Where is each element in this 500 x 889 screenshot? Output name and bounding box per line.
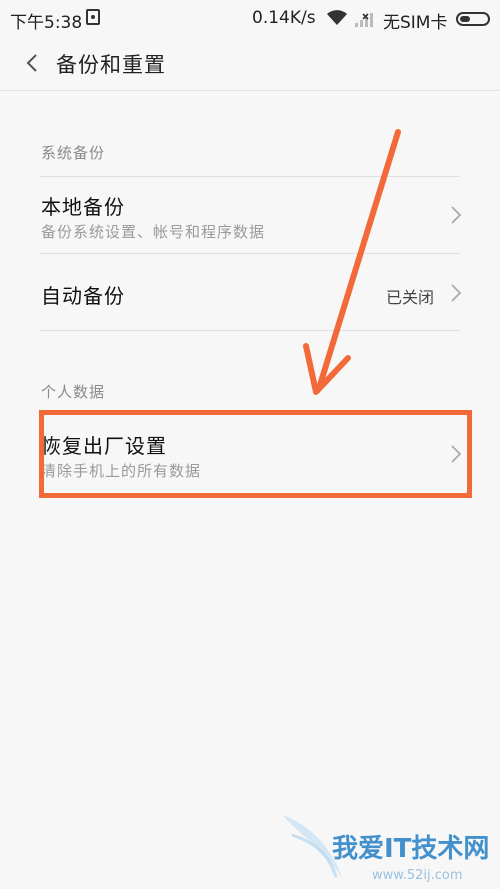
carrier-status: 无SIM卡 bbox=[383, 13, 448, 33]
chevron-right-icon bbox=[451, 206, 462, 224]
chevron-left-icon[interactable] bbox=[18, 48, 48, 78]
battery-icon bbox=[456, 12, 490, 26]
watermark-logo: 我爱IT技术网 www.52ij.com bbox=[282, 815, 489, 883]
status-bar: 下午5:38 0.14K/s 无SIM卡 bbox=[0, 0, 500, 36]
page-title: 备份和重置 bbox=[56, 53, 166, 77]
notification-icon bbox=[86, 9, 100, 25]
svg-text:www.52ij.com: www.52ij.com bbox=[372, 868, 463, 883]
local-backup-subtitle: 备份系统设置、帐号和程序数据 bbox=[41, 223, 266, 241]
signal-icon bbox=[355, 13, 373, 27]
local-backup-item[interactable]: 本地备份 备份系统设置、帐号和程序数据 bbox=[0, 177, 500, 253]
svg-text:我爱IT技术网: 我爱IT技术网 bbox=[332, 834, 489, 864]
network-speed: 0.14K/s bbox=[252, 8, 316, 28]
auto-backup-item[interactable]: 自动备份 已关闭 bbox=[0, 254, 500, 330]
highlight-box bbox=[39, 410, 472, 498]
local-backup-title: 本地备份 bbox=[41, 195, 125, 219]
section-label-personal-data: 个人数据 bbox=[41, 383, 106, 401]
status-time: 下午5:38 bbox=[10, 13, 83, 33]
title-bar: 备份和重置 bbox=[0, 36, 500, 91]
chevron-right-icon bbox=[451, 284, 462, 302]
section-label-system-backup: 系统备份 bbox=[41, 144, 106, 162]
wifi-icon bbox=[327, 10, 347, 25]
divider bbox=[40, 330, 460, 331]
auto-backup-status: 已关闭 bbox=[385, 288, 434, 307]
auto-backup-title: 自动备份 bbox=[41, 284, 125, 308]
